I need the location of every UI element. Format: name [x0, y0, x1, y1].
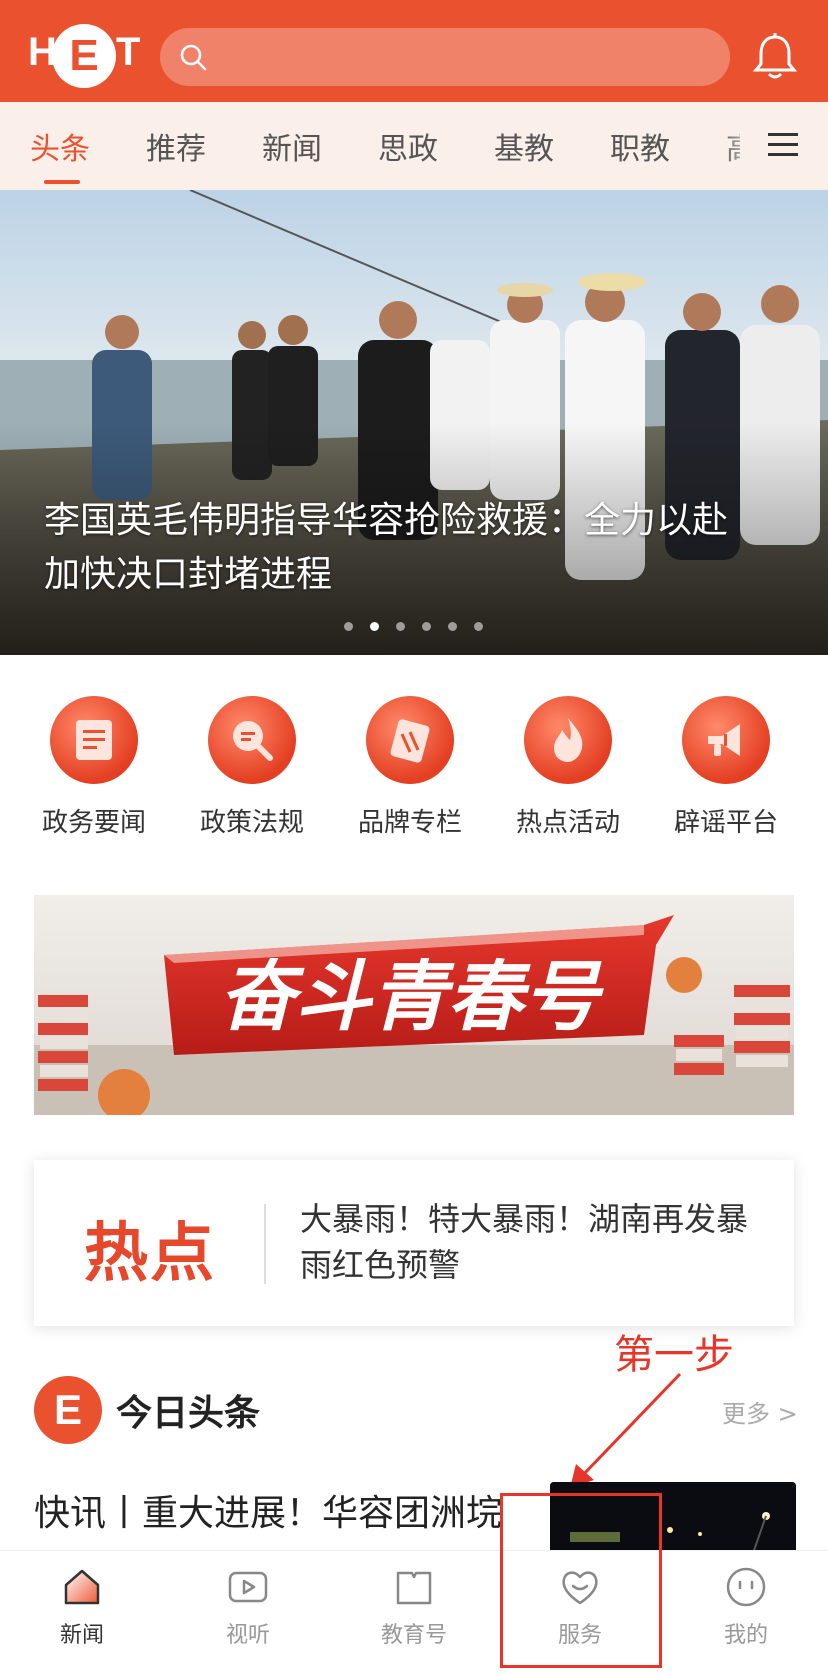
bottom-navigation: 新闻 视听 教育号 服务 我的 — [0, 1550, 828, 1674]
carousel-dot[interactable] — [474, 622, 483, 631]
tab-news[interactable]: 新闻 — [262, 124, 322, 168]
search-icon — [180, 44, 207, 71]
quick-link-hot-events[interactable]: 热点活动 — [498, 696, 638, 839]
book-icon — [396, 1571, 432, 1605]
nav-label: 视听 — [225, 1623, 270, 1648]
carousel-dot[interactable] — [344, 622, 353, 631]
promo-banner[interactable]: 奋斗青春号 — [34, 895, 794, 1115]
profile-smile-icon — [726, 1567, 766, 1607]
hero-caption[interactable]: 李国英毛伟明指导华容抢险救援：全力以赴 加快决口封堵进程 — [44, 494, 784, 602]
nav-label: 新闻 — [59, 1623, 104, 1648]
hot-divider — [264, 1204, 266, 1284]
carousel-dot[interactable] — [422, 622, 431, 631]
carousel-dot[interactable] — [448, 622, 457, 631]
annotation-highlight-box — [500, 1493, 662, 1668]
quick-link-policy[interactable]: 政策法规 — [182, 696, 322, 839]
active-tab-indicator — [44, 180, 80, 184]
nav-item-education[interactable]: 教育号 — [354, 1565, 474, 1649]
section-title: 今日头条 — [116, 1393, 261, 1434]
promo-title: 奋斗青春号 — [219, 952, 604, 1041]
hero-carousel[interactable]: 李国英毛伟明指导华容抢险救援：全力以赴 加快决口封堵进程 — [0, 190, 828, 655]
logo-letter-t: T — [116, 30, 141, 74]
nav-label: 我的 — [723, 1623, 768, 1648]
tab-basic-education[interactable]: 基教 — [494, 124, 554, 168]
carousel-dot-active[interactable] — [370, 622, 379, 631]
nav-item-video[interactable]: 视听 — [188, 1565, 308, 1649]
carousel-dot[interactable] — [396, 622, 405, 631]
carousel-indicator — [344, 616, 500, 631]
hero-caption-line-2: 加快决口封堵进程 — [44, 554, 333, 595]
megaphone-icon — [708, 724, 740, 756]
hot-news-text[interactable]: 大暴雨！特大暴雨！湖南再发暴雨红色预警 — [300, 1196, 760, 1288]
tab-vocational[interactable]: 职教 — [610, 124, 670, 168]
quick-link-government-news[interactable]: 政务要闻 — [24, 696, 164, 839]
more-link[interactable]: 更多 > — [722, 1394, 798, 1429]
quick-link-label: 品牌专栏 — [357, 808, 462, 838]
quick-link-brand-column[interactable]: 品牌专栏 — [340, 696, 480, 839]
category-tabs: 头条 推荐 新闻 思政 基教 职教 高 — [0, 102, 828, 190]
hot-news-card[interactable]: 热点 大暴雨！特大暴雨！湖南再发暴雨红色预警 — [34, 1160, 794, 1326]
hero-caption-line-1: 李国英毛伟明指导华容抢险救援：全力以赴 — [44, 500, 729, 541]
tab-headlines[interactable]: 头条 — [30, 124, 90, 168]
quick-link-label: 政务要闻 — [41, 808, 146, 838]
quick-link-label: 热点活动 — [515, 808, 620, 838]
notebook-icon — [390, 719, 430, 763]
nav-label: 教育号 — [380, 1623, 447, 1648]
video-icon — [228, 1571, 268, 1603]
search-input[interactable] — [160, 28, 730, 86]
het-logo[interactable]: H E T — [26, 24, 142, 88]
nav-item-news[interactable]: 新闻 — [22, 1565, 142, 1649]
tab-ideology[interactable]: 思政 — [378, 124, 438, 168]
home-icon — [64, 1569, 100, 1605]
quick-link-label: 辟谣平台 — [673, 808, 778, 838]
logo-letter-e: E — [52, 24, 116, 88]
document-icon — [76, 720, 112, 760]
app-header: H E T — [0, 0, 828, 102]
flame-icon — [554, 718, 583, 762]
menu-icon[interactable] — [766, 130, 800, 160]
bell-icon[interactable] — [752, 32, 798, 82]
nav-item-profile[interactable]: 我的 — [686, 1565, 806, 1649]
quick-link-label: 政策法规 — [199, 808, 304, 838]
quick-link-rumor-platform[interactable]: 辟谣平台 — [656, 696, 796, 839]
magnifier-icon — [233, 721, 273, 761]
hot-label: 热点 — [84, 1217, 216, 1291]
annotation-arrow-icon — [570, 1372, 682, 1488]
tab-recommend[interactable]: 推荐 — [146, 124, 206, 168]
promo-banner-art: 奋斗青春号 — [34, 895, 794, 1115]
today-logo-icon: E — [34, 1376, 102, 1444]
tab-fade-overlay — [720, 102, 760, 190]
